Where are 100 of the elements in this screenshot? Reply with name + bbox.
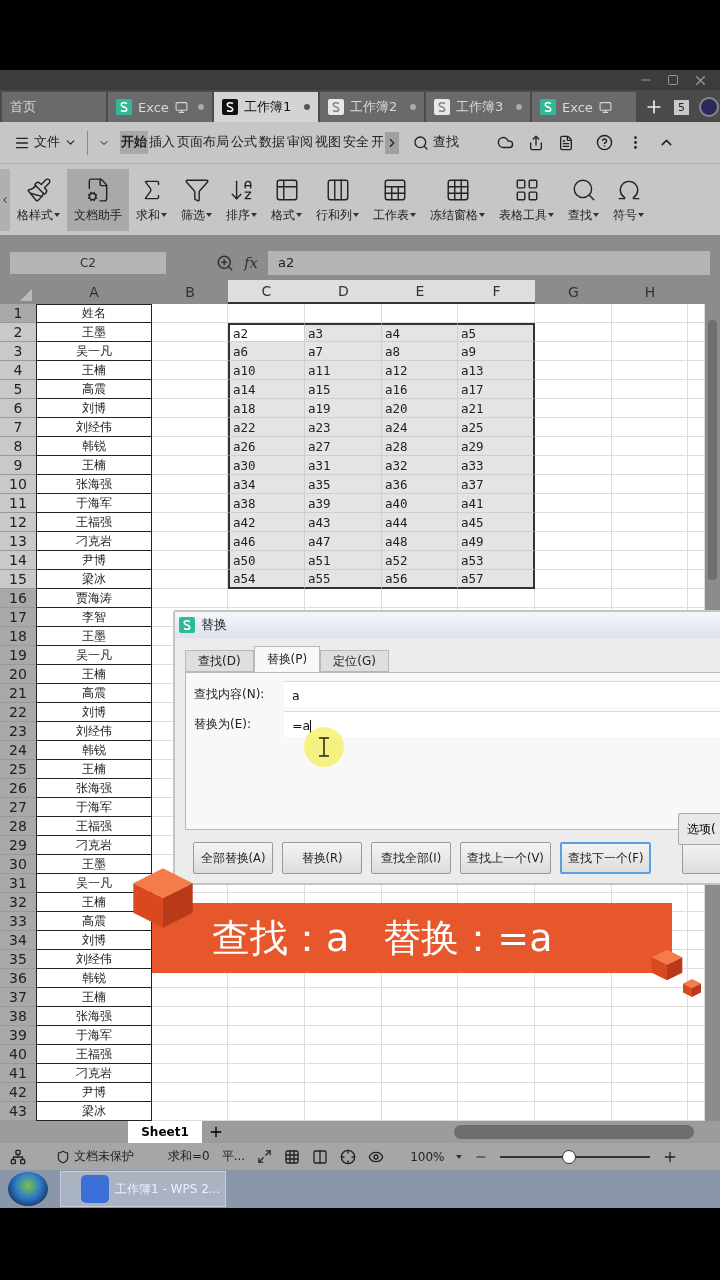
ribbon-tab[interactable]: 页面布局 — [176, 131, 230, 154]
dialog-tab[interactable]: 替换(P) — [253, 646, 321, 672]
document-tab[interactable]: 工作簿2 — [320, 92, 424, 122]
dialog-tab[interactable]: 查找(D) — [185, 650, 254, 672]
toolbar-button[interactable]: 查找 — [561, 168, 606, 231]
row-header[interactable]: 25 — [0, 760, 36, 779]
row-header[interactable]: 31 — [0, 874, 36, 893]
toolbar-button[interactable]: 表格工具 — [492, 168, 561, 231]
document-tab[interactable]: 首页 — [2, 92, 106, 122]
dialog-button[interactable]: 查找上一个(V) — [460, 842, 551, 874]
protection-status[interactable]: 文档未保护 — [74, 1148, 134, 1165]
input-field[interactable]: =a — [284, 711, 720, 737]
row-header[interactable]: 42 — [0, 1083, 36, 1102]
row-header[interactable]: 35 — [0, 950, 36, 969]
dialog-tab[interactable]: 定位(G) — [320, 650, 389, 672]
search-label[interactable]: 查找 — [433, 134, 459, 151]
row-header[interactable]: 32 — [0, 893, 36, 912]
file-menu[interactable]: 文件 — [34, 134, 60, 151]
row-header[interactable]: 28 — [0, 817, 36, 836]
dialog-button[interactable]: 查找全部(I) — [371, 842, 451, 874]
toolbar-button[interactable]: 格式 — [264, 168, 309, 231]
row-header[interactable]: 30 — [0, 855, 36, 874]
row-header[interactable]: 41 — [0, 1064, 36, 1083]
row-header[interactable]: 9 — [0, 456, 36, 475]
toolbar-button[interactable]: 行和列 — [309, 168, 366, 231]
ribbon-tab[interactable]: 审阅 — [286, 131, 314, 154]
row-header[interactable]: 20 — [0, 665, 36, 684]
dialog-button[interactable]: 全部替换(A) — [193, 842, 273, 874]
ribbon-tab[interactable]: 开 — [370, 131, 385, 154]
row-header[interactable]: 33 — [0, 912, 36, 931]
row-header[interactable]: 18 — [0, 627, 36, 646]
toolbar-button[interactable]: 排序 — [219, 168, 264, 231]
column-header[interactable]: C — [228, 280, 305, 304]
row-header[interactable]: 8 — [0, 437, 36, 456]
tab-count[interactable]: 5 — [674, 99, 689, 115]
sheet-tab[interactable]: Sheet1 — [128, 1121, 202, 1143]
row-header[interactable]: 43 — [0, 1102, 36, 1121]
dialog-button[interactable]: 查找下一个(F) — [559, 842, 652, 874]
ribbon-tab[interactable]: 数据 — [258, 131, 286, 154]
row-header[interactable]: 38 — [0, 1007, 36, 1026]
toolbar-button[interactable]: 文档助手 — [67, 168, 129, 231]
row-header[interactable]: 15 — [0, 570, 36, 589]
row-header[interactable]: 19 — [0, 646, 36, 665]
row-header[interactable]: 10 — [0, 475, 36, 494]
row-header[interactable]: 4 — [0, 361, 36, 380]
zoom-level[interactable]: 100% — [410, 1149, 445, 1164]
document-tab[interactable]: 工作簿3 — [426, 92, 530, 122]
row-header[interactable]: 1 — [0, 304, 36, 323]
row-header[interactable]: 22 — [0, 703, 36, 722]
row-header[interactable]: 7 — [0, 418, 36, 437]
toolbar-label: 筛选 — [181, 207, 205, 223]
ribbon-tab[interactable]: 开始 — [120, 131, 148, 154]
document-tab[interactable]: Exce — [108, 92, 212, 122]
row-header[interactable]: 3 — [0, 342, 36, 361]
toolbar-button[interactable]: 冻结窗格 — [423, 168, 492, 231]
row-header[interactable]: 37 — [0, 988, 36, 1007]
toolbar-button[interactable]: 求和 — [129, 168, 174, 231]
column-header[interactable]: F — [458, 280, 535, 304]
table-cell: 王墨 — [36, 627, 152, 646]
fx-label[interactable]: fx — [244, 253, 258, 272]
table-cell: a39 — [305, 494, 382, 513]
toolbar-button[interactable]: 符号 — [606, 168, 651, 231]
input-field[interactable]: a — [284, 681, 720, 707]
dialog-button[interactable]: 替换(R) — [282, 842, 362, 874]
formula-field[interactable]: a2 — [268, 250, 710, 275]
toolbar-button[interactable]: 筛选 — [174, 168, 219, 231]
table-cell: a36 — [382, 475, 458, 494]
row-header[interactable]: 27 — [0, 798, 36, 817]
ribbon-tab[interactable]: 插入 — [148, 131, 176, 154]
toolbar-button[interactable]: 工作表 — [366, 168, 423, 231]
ribbon-tab[interactable]: 安全 — [342, 131, 370, 154]
ribbon-tab[interactable]: 公式 — [230, 131, 258, 154]
row-header[interactable]: 39 — [0, 1026, 36, 1045]
row-header[interactable]: 26 — [0, 779, 36, 798]
row-header[interactable]: 29 — [0, 836, 36, 855]
row-header[interactable]: 13 — [0, 532, 36, 551]
document-tab[interactable]: 工作簿1 — [214, 92, 318, 122]
table-cell: a41 — [458, 494, 535, 513]
ribbon-tab[interactable]: 视图 — [314, 131, 342, 154]
name-box[interactable]: C2 — [10, 251, 166, 274]
row-header[interactable]: 21 — [0, 684, 36, 703]
options-button[interactable]: 选项( — [678, 813, 720, 845]
row-header[interactable]: 12 — [0, 513, 36, 532]
column-header[interactable]: D — [305, 280, 382, 304]
column-header[interactable]: E — [382, 280, 458, 304]
row-header[interactable]: 6 — [0, 399, 36, 418]
row-header[interactable]: 17 — [0, 608, 36, 627]
toolbar-button[interactable]: 格样式 — [10, 168, 67, 231]
row-header[interactable]: 2 — [0, 323, 36, 342]
row-header[interactable]: 5 — [0, 380, 36, 399]
table-cell: 刘经伟 — [36, 722, 152, 741]
row-header[interactable]: 34 — [0, 931, 36, 950]
row-header[interactable]: 16 — [0, 589, 36, 608]
row-header[interactable]: 23 — [0, 722, 36, 741]
row-header[interactable]: 24 — [0, 741, 36, 760]
document-tab[interactable]: Exce — [532, 92, 636, 122]
row-header[interactable]: 40 — [0, 1045, 36, 1064]
row-header[interactable]: 36 — [0, 969, 36, 988]
row-header[interactable]: 11 — [0, 494, 36, 513]
row-header[interactable]: 14 — [0, 551, 36, 570]
